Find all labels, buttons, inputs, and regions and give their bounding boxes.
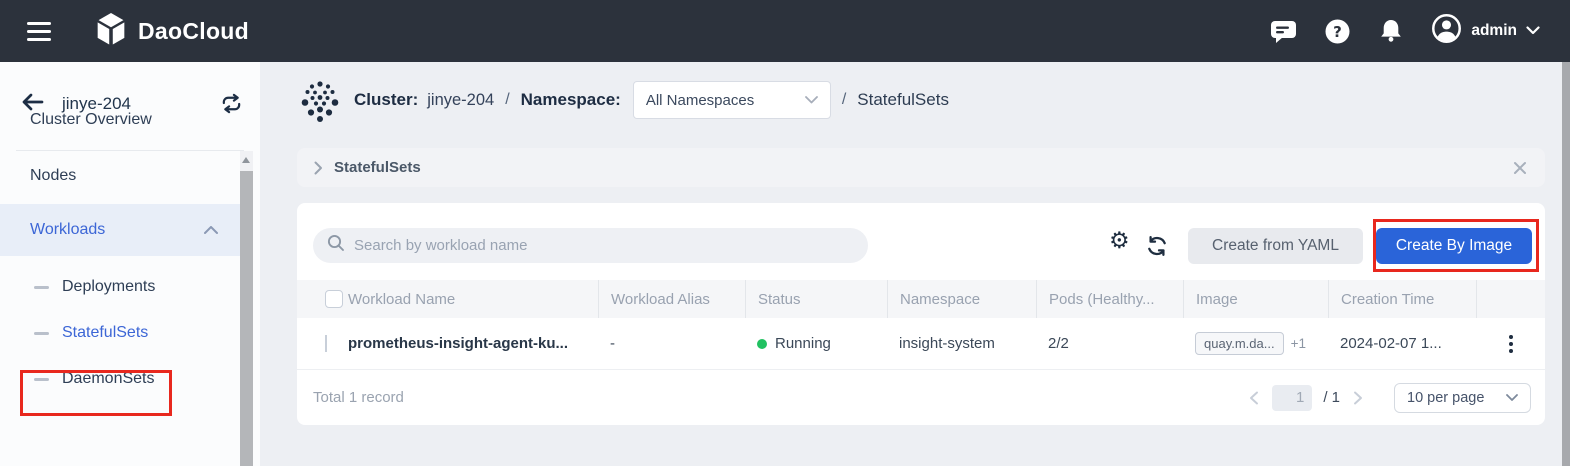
chevron-down-icon [1506,393,1518,402]
row-checkbox-cell [297,335,344,352]
sidebar-item-workloads[interactable]: Workloads [0,204,240,256]
user-chevron-down-icon [1526,22,1540,40]
table-header: Workload Name Workload Alias Status Name… [297,280,1545,318]
dash-icon [34,331,49,335]
page-number-input[interactable] [1272,384,1313,411]
search-input[interactable] [354,237,814,254]
sidebar-item-deployments[interactable]: Deployments [0,264,240,310]
top-navbar: DaoCloud ? admin [0,0,1570,62]
search-icon [327,234,345,257]
sidebar-item-statefulsets[interactable]: StatefulSets [0,310,240,356]
row-image: quay.m.da... +1 [1183,332,1328,355]
table-footer: Total 1 record / 1 10 per page [297,370,1545,425]
breadcrumb-title: StatefulSets [334,159,421,176]
refresh-icon[interactable] [1146,235,1168,257]
select-all-checkbox[interactable] [325,290,343,308]
separator: / [841,91,847,108]
column-actions [1476,280,1545,318]
sidebar-scrollbar[interactable] [240,151,253,466]
namespace-selected-value: All Namespaces [645,91,755,109]
cluster-dots-icon [298,77,342,123]
status-text: Running [775,335,831,352]
breadcrumb-tab[interactable]: StatefulSets [297,148,1545,187]
row-namespace: insight-system [899,335,995,352]
notification-bell-icon[interactable] [1378,18,1404,44]
cluster-label: Cluster: [354,90,419,109]
next-page-icon[interactable] [1351,389,1365,407]
pagination: / 1 10 per page [1247,382,1531,413]
header-checkbox-cell [297,280,344,318]
row-actions-kebab-icon[interactable] [1501,331,1521,357]
daocloud-cube-icon [95,11,127,52]
row-creation-time: 2024-02-07 1... [1340,335,1442,352]
create-from-yaml-button[interactable]: Create from YAML [1188,228,1363,264]
sidebar-scrollbar-thumb[interactable] [240,171,253,466]
namespace-select[interactable]: All Namespaces [632,81,831,119]
status-dot-icon [757,338,767,349]
row-checkbox[interactable] [325,335,327,352]
help-icon[interactable]: ? [1324,18,1351,45]
column-workload-name: Workload Name [348,290,456,308]
sidebar-item-daemonsets[interactable]: DaemonSets [0,356,240,402]
brand-logo: DaoCloud [95,11,249,52]
search-bar [313,228,868,263]
sidebar: jinye-204 Cluster Overview Nodes Workloa… [0,62,260,466]
brand-name: DaoCloud [138,17,249,44]
chevron-up-icon [204,226,218,234]
chat-icon[interactable] [1270,19,1297,44]
page-scrollbar[interactable] [1562,62,1570,466]
sidebar-item-cluster-overview[interactable]: Cluster Overview [0,92,240,148]
avatar-icon [1431,13,1462,49]
column-image: Image [1183,280,1328,318]
username-label: admin [1471,22,1517,39]
close-icon[interactable] [1513,161,1527,175]
row-workload-alias: - [610,335,615,352]
column-namespace: Namespace [887,280,1036,318]
column-workload-alias: Workload Alias [598,280,745,318]
page-title: StatefulSets [857,90,949,109]
sidebar-item-nodes[interactable]: Nodes [0,148,240,204]
column-pods: Pods (Healthy... [1036,280,1183,318]
scrollbar-up-arrow-icon[interactable] [242,157,250,163]
per-page-select[interactable]: 10 per page [1394,382,1531,413]
dash-icon [34,377,49,381]
chevron-down-icon [804,96,818,104]
column-status: Status [745,280,887,318]
column-creation-time: Creation Time [1328,280,1476,318]
total-records-label: Total 1 record [313,389,404,406]
svg-text:?: ? [1333,23,1342,41]
row-workload-name[interactable]: prometheus-insight-agent-ku... [344,335,598,352]
image-extra-count: +1 [1290,336,1306,351]
previous-page-icon[interactable] [1247,389,1261,407]
gear-icon[interactable]: ⚙ [1109,230,1130,253]
image-chip: quay.m.da... [1195,332,1284,355]
hamburger-menu-icon[interactable] [27,21,51,41]
user-menu[interactable]: admin [1431,13,1540,49]
dash-icon [34,285,49,289]
chevron-right-icon [314,161,323,175]
create-by-image-button[interactable]: Create By Image [1376,228,1532,264]
page-scrollbar-thumb[interactable] [1562,62,1570,466]
namespace-label: Namespace: [520,90,621,109]
page-total-label: / 1 [1323,389,1340,406]
row-status: Running [745,335,887,352]
cluster-value[interactable]: jinye-204 [427,91,494,110]
per-page-value: 10 per page [1407,389,1485,406]
separator: / [505,91,510,108]
table-row: prometheus-insight-agent-ku... - Running… [297,318,1545,370]
main-content: Cluster: jinye-204 / Namespace: All Name… [260,62,1570,466]
cluster-header: Cluster: jinye-204 / Namespace: All Name… [298,75,949,125]
workload-list-card: ⚙ Create from YAML Create By Image Workl… [297,203,1545,425]
row-pods: 2/2 [1048,335,1069,352]
